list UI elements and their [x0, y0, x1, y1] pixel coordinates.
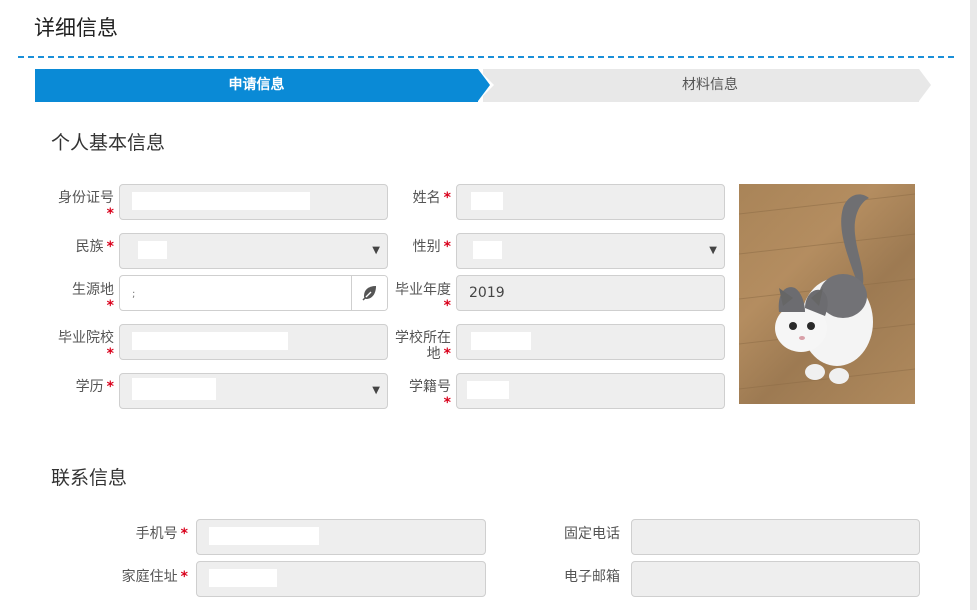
student-no-field[interactable] — [456, 373, 725, 409]
label-landline: 固定电话 — [564, 526, 620, 542]
origin-field[interactable]: ; — [119, 275, 388, 311]
redaction — [471, 192, 503, 210]
leaf-picker-button[interactable] — [351, 276, 387, 310]
title-divider — [18, 56, 954, 58]
redaction — [209, 527, 319, 545]
grad-year-field[interactable]: 2019 — [456, 275, 725, 311]
label-mobile: 手机号 * — [135, 526, 188, 542]
tab-application-info[interactable]: 申请信息 — [35, 69, 478, 102]
label-name: 姓名 * — [412, 190, 451, 206]
redaction — [473, 241, 502, 259]
label-origin: 生源地 * — [72, 282, 114, 314]
page-title: 详细信息 — [34, 16, 118, 40]
section-title-basic: 个人基本信息 — [51, 132, 166, 154]
step-arrow — [478, 69, 490, 101]
step-tabs: 申请信息 材料信息 — [35, 69, 937, 102]
email-field[interactable] — [631, 561, 920, 597]
id-card-field[interactable] — [119, 184, 388, 220]
label-address: 家庭住址 * — [121, 569, 188, 585]
name-field[interactable] — [456, 184, 725, 220]
label-email: 电子邮箱 — [564, 569, 620, 585]
tab-material-info[interactable]: 材料信息 — [483, 69, 937, 102]
redaction — [467, 381, 509, 399]
label-school: 毕业院校* — [58, 330, 114, 362]
cat-photo — [739, 184, 915, 404]
label-ethnicity: 民族 * — [75, 239, 114, 255]
school-location-field[interactable] — [456, 324, 725, 360]
address-field[interactable] — [196, 561, 486, 597]
cat-photo-icon — [739, 193, 915, 390]
ethnicity-select[interactable]: ▼ — [119, 233, 388, 269]
label-education: 学历 * — [75, 379, 114, 395]
landline-field[interactable] — [631, 519, 920, 555]
leaf-icon — [361, 286, 376, 301]
education-select[interactable]: ▼ — [119, 373, 388, 409]
scrollbar-track[interactable] — [970, 0, 977, 610]
mobile-field[interactable] — [196, 519, 486, 555]
redaction — [132, 332, 288, 350]
redaction — [132, 192, 310, 210]
label-grad-year: 毕业年度* — [395, 282, 451, 314]
label-id-card: 身份证号* — [58, 190, 114, 222]
dropdown-caret-icon: ▼ — [709, 245, 717, 256]
redaction — [471, 332, 531, 350]
redaction — [138, 241, 167, 259]
detail-page: 详细信息 申请信息 材料信息 个人基本信息 身份证号* 姓名 * 民族 * ▼ 性别… — [0, 0, 977, 610]
step-tail — [919, 69, 937, 102]
dropdown-caret-icon: ▼ — [372, 245, 380, 256]
school-field[interactable] — [119, 324, 388, 360]
section-title-contact: 联系信息 — [51, 467, 128, 489]
gender-select[interactable]: ▼ — [456, 233, 725, 269]
label-student-no: 学籍号 * — [409, 379, 451, 411]
label-school-location: 学校所在地 * — [395, 330, 451, 362]
dropdown-caret-icon: ▼ — [372, 385, 380, 396]
label-gender: 性别 * — [412, 239, 451, 255]
redaction — [132, 378, 216, 400]
redaction — [209, 569, 277, 587]
